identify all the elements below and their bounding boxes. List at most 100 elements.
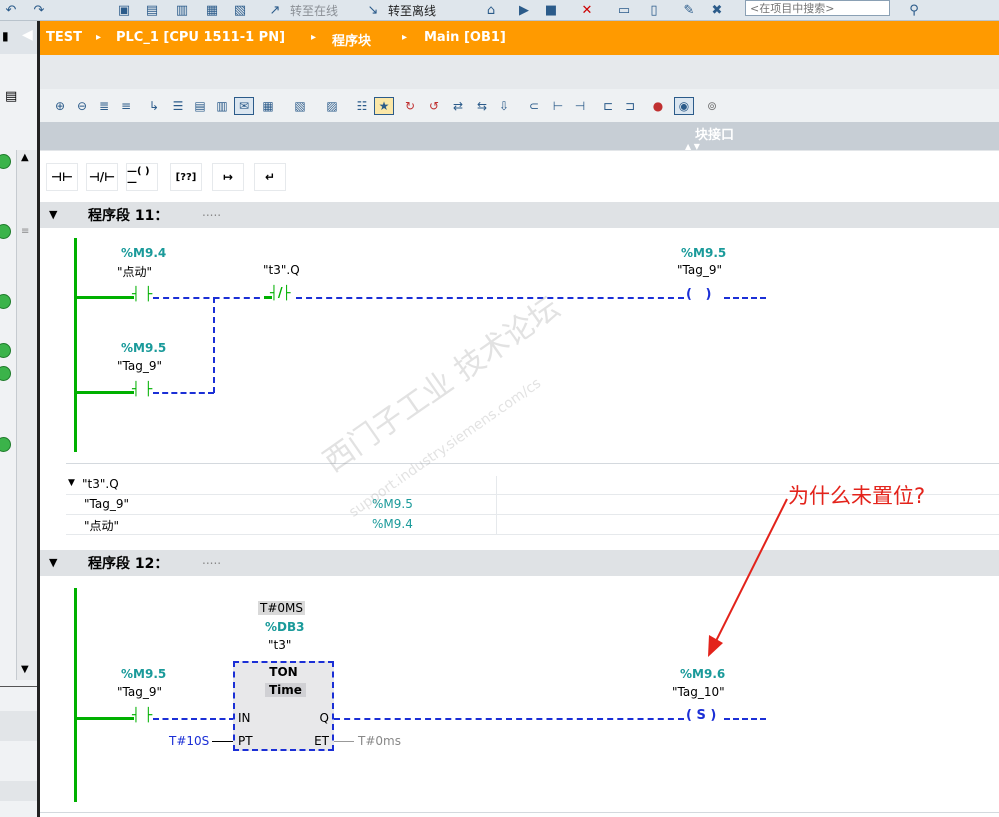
network-comment[interactable]: ..... — [202, 205, 221, 219]
open-branch-icon[interactable]: ↦ — [212, 163, 244, 191]
ref-icon[interactable]: ⊂ — [524, 97, 544, 115]
device-view-icon[interactable]: ▤ — [5, 89, 17, 104]
upload-icon[interactable]: ▤ — [143, 1, 161, 19]
comments-icon[interactable]: ✉ — [234, 97, 254, 115]
download-icon[interactable]: ▣ — [115, 1, 133, 19]
project-search-input[interactable] — [745, 0, 890, 16]
coil-tag[interactable]: "Tag_10" — [672, 685, 725, 699]
start-cpu-icon[interactable]: ▶ — [515, 1, 533, 19]
coil-address[interactable]: %M9.5 — [681, 246, 726, 260]
no-contact-icon[interactable]: ⊣⊢ — [46, 163, 78, 191]
scroll-up-icon[interactable]: ▲ — [21, 152, 29, 163]
redo-icon[interactable]: ↷ — [30, 1, 48, 19]
timer-subtype[interactable]: Time — [265, 683, 306, 697]
coil-tag[interactable]: "Tag_9" — [677, 263, 722, 277]
split-horizontal-icon[interactable]: ▭ — [615, 1, 633, 19]
go-to-error-icon[interactable]: ↺ — [424, 97, 444, 115]
filter-icon[interactable]: ⇩ — [494, 97, 514, 115]
panel-toggle-icon[interactable]: ▮ — [2, 29, 9, 43]
favorites-icon[interactable]: ★ — [374, 97, 394, 115]
go-online-icon[interactable]: ↗ — [266, 1, 284, 19]
contact-address[interactable]: %M9.4 — [121, 246, 166, 260]
delete-network-icon[interactable]: ⊖ — [72, 97, 92, 115]
pt-value[interactable]: T#10S — [169, 734, 209, 748]
collapse-icon[interactable]: ▼ — [68, 478, 75, 488]
no-contact-symbol[interactable]: ┤ ├ — [132, 382, 152, 397]
unpowered-wire — [153, 392, 214, 394]
accessible-devices-icon[interactable]: ⌂ — [482, 1, 500, 19]
tag-information-icon[interactable]: ☷ — [352, 97, 372, 115]
ton-timer-block[interactable]: TON Time IN Q PT ET — [233, 661, 334, 751]
symbolic-address-icon[interactable]: ▧ — [290, 97, 310, 115]
collapse-icon[interactable]: ▼ — [49, 556, 57, 569]
breadcrumb-program-blocks[interactable]: 程序块 — [332, 30, 371, 49]
block-interface-bar[interactable]: 块接口 ▲ ▼ — [40, 122, 999, 151]
split-vertical-icon[interactable]: ▯ — [645, 1, 663, 19]
close-editor-icon[interactable]: ✖ — [708, 1, 726, 19]
hardware-icon[interactable]: ▧ — [231, 1, 249, 19]
program-status-icon[interactable]: ⇆ — [472, 97, 492, 115]
coil-icon[interactable]: —( )— — [126, 163, 158, 191]
contact-address[interactable]: %M9.5 — [121, 667, 166, 681]
search-icon[interactable]: ⚲ — [905, 1, 923, 19]
set-breakpoint-icon[interactable]: ↻ — [400, 97, 420, 115]
collapse-icon[interactable]: ▼ — [49, 208, 57, 221]
no-contact-symbol[interactable]: ┤ ├ — [132, 708, 152, 723]
db-tag[interactable]: "t3" — [268, 638, 291, 652]
scroll-down-icon[interactable]: ▼ — [21, 664, 29, 675]
details-panel — [0, 711, 37, 741]
breakpoint-icon[interactable]: ● — [648, 97, 668, 115]
no-contact-symbol[interactable]: ┤ ├ — [132, 287, 152, 302]
insert-row-icon[interactable]: ≣ — [94, 97, 114, 115]
collapse-arrow-icon[interactable]: ◀ — [22, 27, 33, 43]
scroll-grip-icon[interactable]: ≡ — [21, 226, 29, 237]
nc-contact-icon[interactable]: ⊣/⊢ — [86, 163, 118, 191]
breadcrumb-main-block[interactable]: Main [OB1] — [424, 30, 506, 45]
contact-tag[interactable]: "Tag_9" — [117, 685, 162, 699]
append-row-icon[interactable]: ≡ — [116, 97, 136, 115]
call-icon[interactable]: ⊐ — [620, 97, 640, 115]
collapse-networks-icon[interactable]: ▥ — [212, 97, 232, 115]
go-online-button[interactable]: 转至在线 — [290, 2, 338, 19]
absolute-address-icon[interactable]: ▦ — [258, 97, 278, 115]
jump-icon[interactable]: ↳ — [144, 97, 164, 115]
network-11-header[interactable]: ▼ 程序段 11： ..... — [40, 202, 999, 228]
edit-icon[interactable]: ✎ — [680, 1, 698, 19]
details-panel — [0, 781, 37, 801]
contact-address[interactable]: %M9.5 — [121, 341, 166, 355]
network-comment[interactable]: ..... — [202, 553, 221, 567]
contact-tag[interactable]: "点动" — [117, 263, 152, 280]
close-branch-icon[interactable]: ↵ — [254, 163, 286, 191]
monitor-on-icon[interactable]: ◉ — [674, 97, 694, 115]
breadcrumb-project[interactable]: TEST — [46, 30, 82, 45]
tag-info-icon[interactable]: ▨ — [322, 97, 342, 115]
compare-icon[interactable]: ⇄ — [448, 97, 468, 115]
db-address[interactable]: %DB3 — [265, 620, 304, 634]
go-offline-button[interactable]: 转至离线 — [388, 2, 436, 19]
contact-tag[interactable]: "Tag_9" — [117, 359, 162, 373]
coil-symbol[interactable]: ( ) — [686, 287, 711, 302]
insert-network-icon[interactable]: ⊕ — [50, 97, 70, 115]
empty-box-icon[interactable]: [??] — [170, 163, 202, 191]
set-coil-symbol[interactable]: ( S ) — [686, 708, 716, 723]
go-offline-icon[interactable]: ↘ — [364, 1, 382, 19]
breadcrumb-plc[interactable]: PLC_1 [CPU 1511-1 PN] — [116, 30, 285, 45]
undo-icon[interactable]: ↶ — [2, 1, 20, 19]
call-icon[interactable]: ⊏ — [598, 97, 618, 115]
compile-icon[interactable]: ▥ — [173, 1, 191, 19]
expand-networks-icon[interactable]: ▤ — [190, 97, 210, 115]
nc-contact-symbol[interactable]: ┤/├ — [270, 286, 290, 301]
et-value[interactable]: T#0ms — [358, 734, 401, 748]
cross-reference-icon[interactable]: ✕ — [578, 1, 596, 19]
ref-icon[interactable]: ⊢ — [548, 97, 568, 115]
coil-address[interactable]: %M9.6 — [680, 667, 725, 681]
stop-cpu-icon[interactable]: ■ — [542, 1, 560, 19]
simulate-icon[interactable]: ▦ — [203, 1, 221, 19]
tree-scrollbar[interactable]: ▲ ≡ ▼ — [16, 150, 39, 680]
align-left-icon[interactable]: ☰ — [168, 97, 188, 115]
ref-icon[interactable]: ⊣ — [570, 97, 590, 115]
network-12-header[interactable]: ▼ 程序段 12： ..... — [40, 550, 999, 576]
contact-tag[interactable]: "t3".Q — [263, 263, 300, 277]
annotation-arrow — [708, 498, 788, 657]
db-icon[interactable]: ⊚ — [702, 97, 722, 115]
